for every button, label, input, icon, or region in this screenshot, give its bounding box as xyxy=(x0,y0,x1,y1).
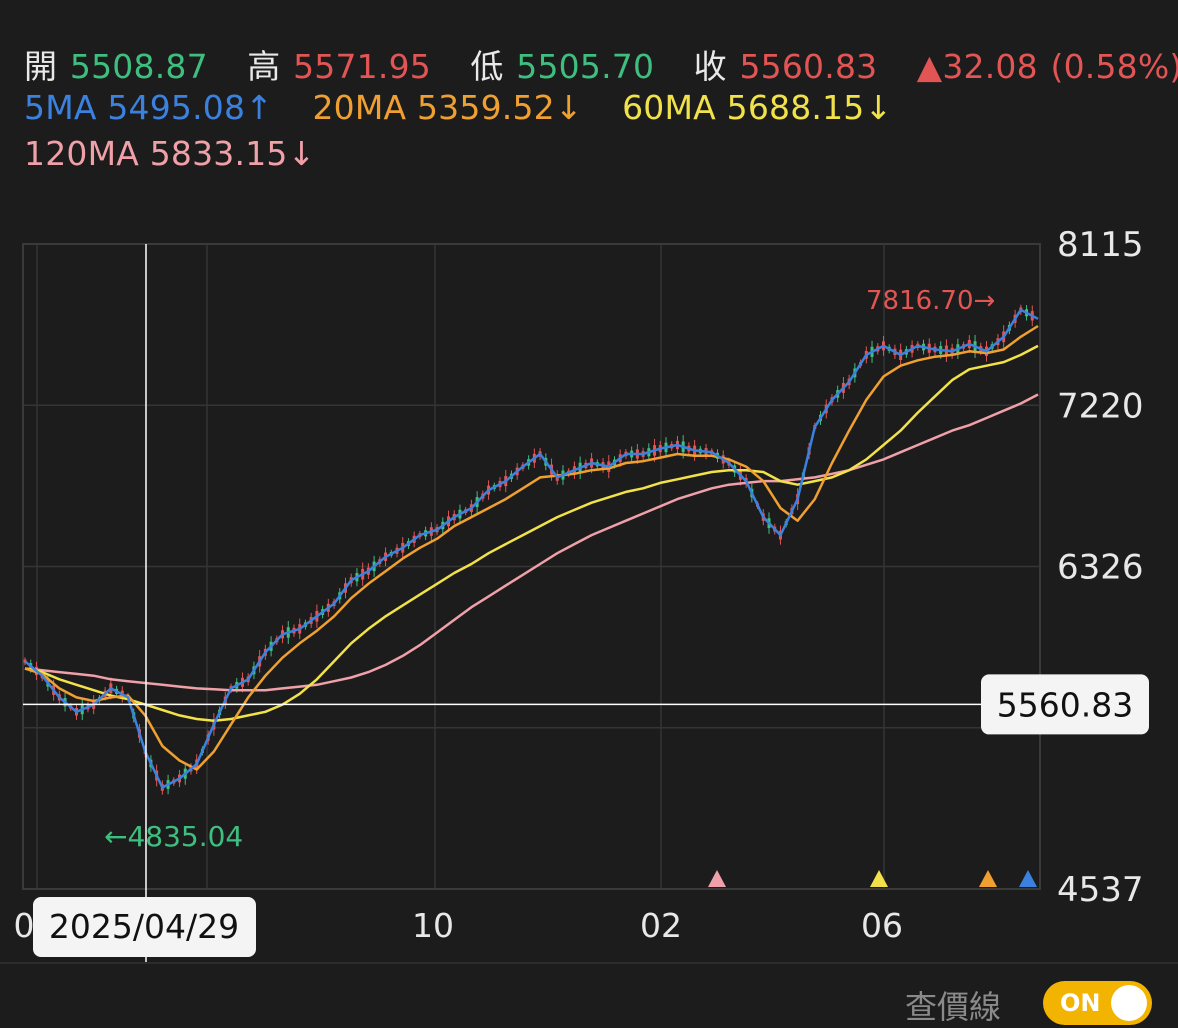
ma60-line xyxy=(24,344,1039,723)
crosshair-price-label: 5560.83 xyxy=(997,685,1133,724)
event-marker xyxy=(708,870,726,887)
min-price-label: ←4835.04 xyxy=(104,820,243,853)
ma120-line xyxy=(24,393,1039,692)
x-tick-label: 0 xyxy=(14,906,35,945)
event-marker xyxy=(870,870,888,887)
y-tick-label: 8115 xyxy=(1057,225,1144,265)
price-chart[interactable]: 8115 7220 6326 4537 7816.70→ ←4835.04 0 10 02 06 5… xyxy=(0,0,1178,962)
toggle-state: ON xyxy=(1060,989,1101,1017)
y-tick-label: 6326 xyxy=(1057,548,1144,588)
crosshair-date-label: 2025/04/29 xyxy=(49,907,239,946)
x-tick-label: 02 xyxy=(640,906,682,945)
x-tick-label: 10 xyxy=(412,906,454,945)
toggle-knob[interactable] xyxy=(1111,985,1147,1021)
bottom-bar xyxy=(0,962,1178,1022)
y-tick-label: 7220 xyxy=(1057,386,1144,426)
ma20-line xyxy=(24,324,1039,771)
x-tick-label: 06 xyxy=(861,906,903,945)
y-tick-label: 4537 xyxy=(1057,870,1144,910)
price-line-toggle-label: 查價線 xyxy=(905,988,1002,1026)
max-price-label: 7816.70→ xyxy=(866,286,995,316)
event-marker xyxy=(979,870,997,887)
event-marker xyxy=(1019,870,1037,887)
